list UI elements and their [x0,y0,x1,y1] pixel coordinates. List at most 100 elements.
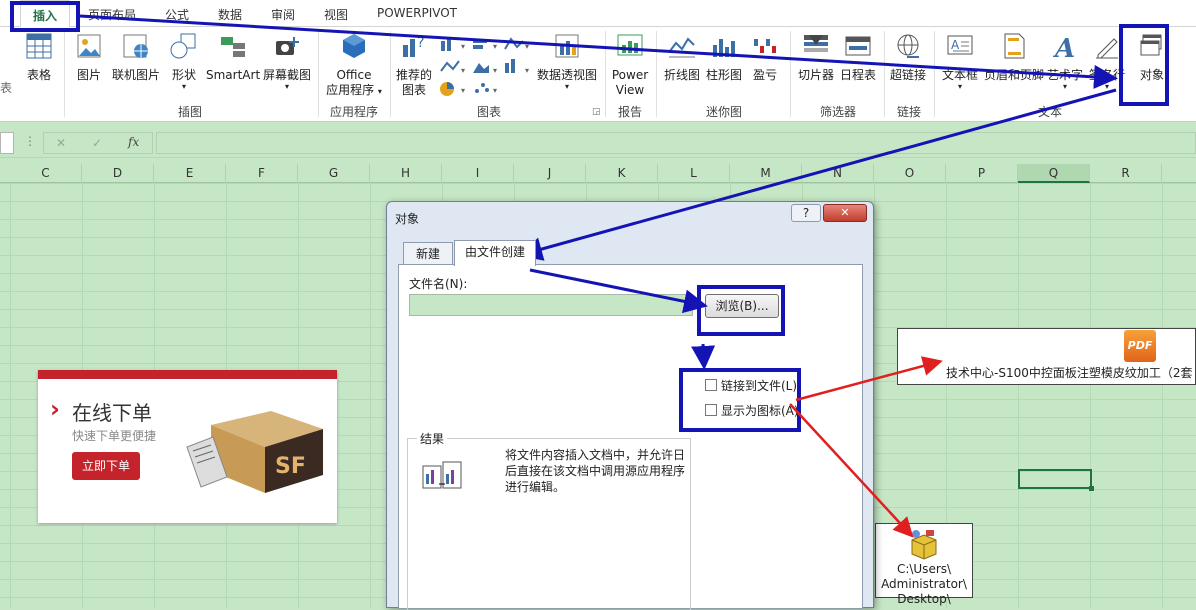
order-now-button[interactable]: 立即下单 [72,452,140,480]
package-path-line3: Desktop\ [897,592,951,606]
pdf-object-label: 技术中心-S100中控面板注塑模皮纹加工（2套 [946,366,1193,380]
office-store-icon [343,34,365,58]
shapes-button[interactable]: 形状 ▾ [169,31,199,91]
tab-formulas[interactable]: 公式 [165,6,189,23]
svg-text:A: A [1052,34,1075,61]
column-header[interactable]: F [226,164,298,183]
name-box[interactable] [0,132,14,154]
menu-bar: 插入 页面布局 公式 数据 审阅 视图 POWERPIVOT [0,0,1196,28]
filename-input[interactable] [409,294,693,316]
tab-create-from-file[interactable]: 由文件创建 [454,240,536,266]
sparkline-winloss-button[interactable]: 盈亏 [748,31,782,83]
ribbon: 表 表格 图片 联机图片 形状 ▾ SmartArt 屏幕截图 ▾ 插图 Off… [0,27,1196,122]
selected-cell[interactable] [1018,469,1092,489]
column-header[interactable]: O [874,164,946,183]
enter-icon[interactable]: ✓ [92,136,102,150]
package-path-line1: C:\Users\ [896,562,952,576]
screenshot-icon [276,37,299,55]
column-header[interactable]: G [298,164,370,183]
column-header[interactable]: H [370,164,442,183]
sf-subtitle: 快速下单更便捷 [72,429,157,443]
pdf-embedded-object[interactable]: PDF 技术中心-S100中控面板注塑模皮纹加工（2套 [897,328,1196,385]
power-view-icon [617,34,643,56]
svg-text:▾: ▾ [461,86,465,95]
screenshot-button[interactable]: 屏幕截图 ▾ [262,31,312,91]
dialog-title: 对象 [395,212,420,226]
column-header[interactable]: K [586,164,658,183]
table-button[interactable]: 表格 [22,31,56,83]
tab-view[interactable]: 视图 [324,6,348,23]
tab-review[interactable]: 审阅 [271,6,295,23]
close-button[interactable]: ✕ [823,204,867,222]
office-label: Office [336,68,372,82]
svg-text:▾: ▾ [493,66,497,75]
column-header[interactable]: Q [1018,164,1090,183]
tab-powerpivot[interactable]: POWERPIVOT [377,6,457,20]
formula-bar-more-icon[interactable]: ⋮ [24,134,36,148]
charts-launcher-icon[interactable]: ◲ [592,105,601,120]
column-header[interactable]: E [154,164,226,183]
insert-function-icon[interactable]: fx [128,135,139,149]
pivot-chart-dropdown-icon: ▾ [564,82,569,91]
column-header[interactable]: J [514,164,586,183]
smartart-button[interactable]: SmartArt [206,31,260,83]
tab-data[interactable]: 数据 [218,6,242,23]
slicer-label: 切片器 [797,68,834,82]
svg-text:?: ? [417,35,424,51]
sf-express-ad[interactable]: › 在线下单 快速下单更便捷 立即下单 SF [38,370,337,523]
sparkline-line-button[interactable]: 折线图 [660,31,704,83]
column-header[interactable]: R [1090,164,1162,183]
wordart-dropdown-icon: ▾ [1062,82,1067,91]
pivot-chart-icon [555,34,579,58]
package-embedded-object[interactable]: C:\Users\ Administrator\ Desktop\ [875,523,973,606]
column-header[interactable]: N [802,164,874,183]
picture-icon [77,34,101,58]
result-label: 结果 [417,430,448,447]
help-button[interactable]: ? [791,204,821,222]
timeline-button[interactable]: 日程表 [838,31,878,83]
screenshot-dropdown-icon: ▾ [284,82,289,91]
pivot-chart-button[interactable]: 数据透视图 ▾ [536,31,598,91]
group-sparklines-label: 迷你图 [705,105,742,119]
column-header[interactable]: M [730,164,802,183]
apps-label: 应用程序 ▾ [322,83,386,99]
tab-page-layout[interactable]: 页面布局 [88,6,136,23]
svg-text:▾: ▾ [461,66,465,75]
sparkline-column-label: 柱形图 [705,68,742,82]
sparkline-column-button[interactable]: 柱形图 [704,31,744,83]
slicer-button[interactable]: 切片器 [796,31,836,83]
header-footer-button[interactable]: 页眉和页脚 [982,31,1046,83]
column-header[interactable]: I [442,164,514,183]
hyperlink-button[interactable]: 超链接 [888,31,928,83]
picture-button[interactable]: 图片 [72,31,106,83]
column-headers: CDEFGHIJKLMNOPQR [0,164,1196,183]
column-header[interactable]: D [82,164,154,183]
online-picture-button[interactable]: 联机图片 [111,31,161,83]
chart-types-icon: ▾ ▾ ▾ ▾ ▾ ▾ ▾ ▾ [440,37,529,96]
cut-label: 表 [0,81,13,95]
sparkline-line-label: 折线图 [663,68,700,82]
sf-logo: SF [275,454,306,479]
svg-text:▾: ▾ [493,86,497,95]
chevron-right-icon: › [50,395,60,423]
group-separator [64,31,65,117]
column-header[interactable]: L [658,164,730,183]
wordart-button[interactable]: A 艺术字 ▾ [1046,31,1084,91]
column-header[interactable]: P [946,164,1018,183]
formula-input[interactable] [156,132,1196,154]
column-header[interactable]: C [10,164,82,183]
cancel-icon[interactable]: ✕ [56,136,66,150]
group-charts-label: 图表 [476,105,501,119]
chart-types-gallery[interactable]: ▾ ▾ ▾ ▾ ▾ ▾ ▾ ▾ [437,35,533,97]
wordart-label: 艺术字 [1046,68,1083,82]
table-icon [26,33,52,59]
result-description: 将文件内容插入文档中，并允许日后直接在该文档中调用源应用程序进行编辑。 [505,448,686,494]
textbox-button[interactable]: A 文本框 ▾ [938,31,982,91]
power-view-button[interactable]: Power View [610,31,650,98]
recommended-charts-button[interactable]: ? 推荐的 图表 [394,31,434,98]
tab-create-new[interactable]: 新建 [403,242,453,266]
fill-handle[interactable] [1089,486,1094,491]
svg-text:▾: ▾ [525,66,529,75]
group-links-label: 链接 [896,105,921,119]
office-apps-button[interactable]: Office 应用程序 ▾ [322,31,386,99]
